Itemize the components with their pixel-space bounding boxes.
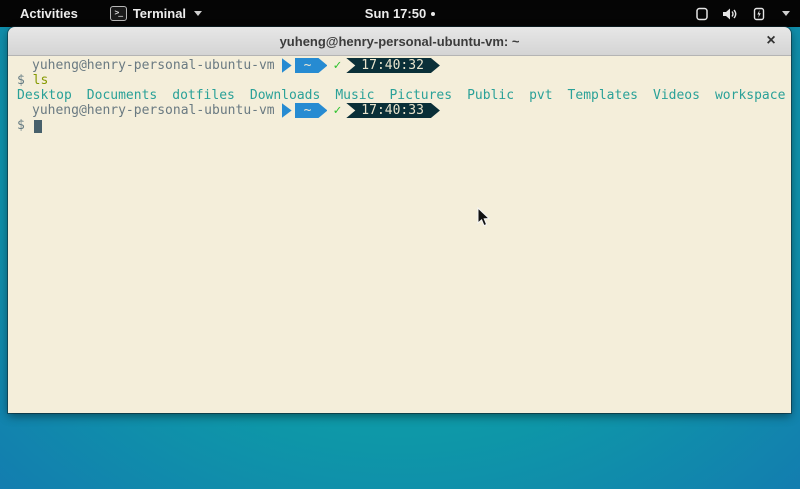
directory-name: Videos [653, 88, 700, 103]
status-check-icon: ✓ [333, 58, 341, 73]
app-menu-label: Terminal [133, 6, 186, 21]
screen-icon [695, 7, 709, 21]
prompt-line: yuheng@henry-personal-ubuntu-vm ~ ✓ 17:4… [17, 58, 791, 73]
close-button[interactable]: × [760, 30, 782, 52]
clock-label: Sun 17:50 [365, 6, 426, 21]
status-check-icon: ✓ [333, 103, 341, 118]
app-menu-terminal[interactable]: >_ Terminal [110, 6, 202, 21]
activities-button[interactable]: Activities [14, 4, 84, 23]
notification-dot [431, 12, 435, 16]
command-text: ls [33, 73, 49, 88]
directory-name: Public [467, 88, 514, 103]
directory-name: workspace [715, 88, 785, 103]
cwd-segment: ~ [295, 58, 328, 73]
directory-name: Templates [568, 88, 638, 103]
terminal-content[interactable]: yuheng@henry-personal-ubuntu-vm ~ ✓ 17:4… [8, 56, 791, 413]
system-tray[interactable] [695, 0, 790, 27]
terminal-window: yuheng@henry-personal-ubuntu-vm: ~ × yuh… [8, 27, 791, 413]
text-cursor [34, 120, 42, 133]
cwd-segment: ~ [295, 103, 328, 118]
command-line: $ ls [17, 73, 791, 88]
gnome-top-bar: Activities >_ Terminal Sun 17:50 [0, 0, 800, 27]
user-host: yuheng@henry-personal-ubuntu-vm [32, 103, 275, 118]
ls-output: Desktop Documents dotfiles Downloads Music Pi… [17, 88, 791, 103]
directory-name: Pictures [389, 88, 452, 103]
window-title: yuheng@henry-personal-ubuntu-vm: ~ [280, 34, 520, 49]
battery-charging-icon [751, 7, 767, 21]
powerline-arrow-icon [282, 58, 292, 73]
current-command-line: $ [17, 118, 791, 133]
directory-name: Documents [87, 88, 157, 103]
directory-name: Desktop [17, 88, 72, 103]
powerline-arrow-icon [282, 103, 292, 118]
window-titlebar[interactable]: yuheng@henry-personal-ubuntu-vm: ~ × [8, 27, 791, 56]
directory-name: dotfiles [172, 88, 235, 103]
directory-name: pvt [529, 88, 552, 103]
chevron-down-icon [194, 11, 202, 16]
desktop: Activities >_ Terminal Sun 17:50 [0, 0, 800, 489]
directory-name: Downloads [250, 88, 320, 103]
time-segment: 17:40:32 [346, 58, 440, 73]
directory-name: Music [335, 88, 374, 103]
prompt-line: yuheng@henry-personal-ubuntu-vm ~ ✓ 17:4… [17, 103, 791, 118]
chevron-down-icon [782, 11, 790, 16]
user-host: yuheng@henry-personal-ubuntu-vm [32, 58, 275, 73]
time-segment: 17:40:33 [346, 103, 440, 118]
clock-button[interactable]: Sun 17:50 [361, 4, 439, 23]
prompt-symbol: $ [17, 118, 25, 133]
volume-icon [722, 7, 738, 21]
terminal-app-icon: >_ [110, 6, 127, 21]
prompt-symbol: $ [17, 73, 25, 88]
